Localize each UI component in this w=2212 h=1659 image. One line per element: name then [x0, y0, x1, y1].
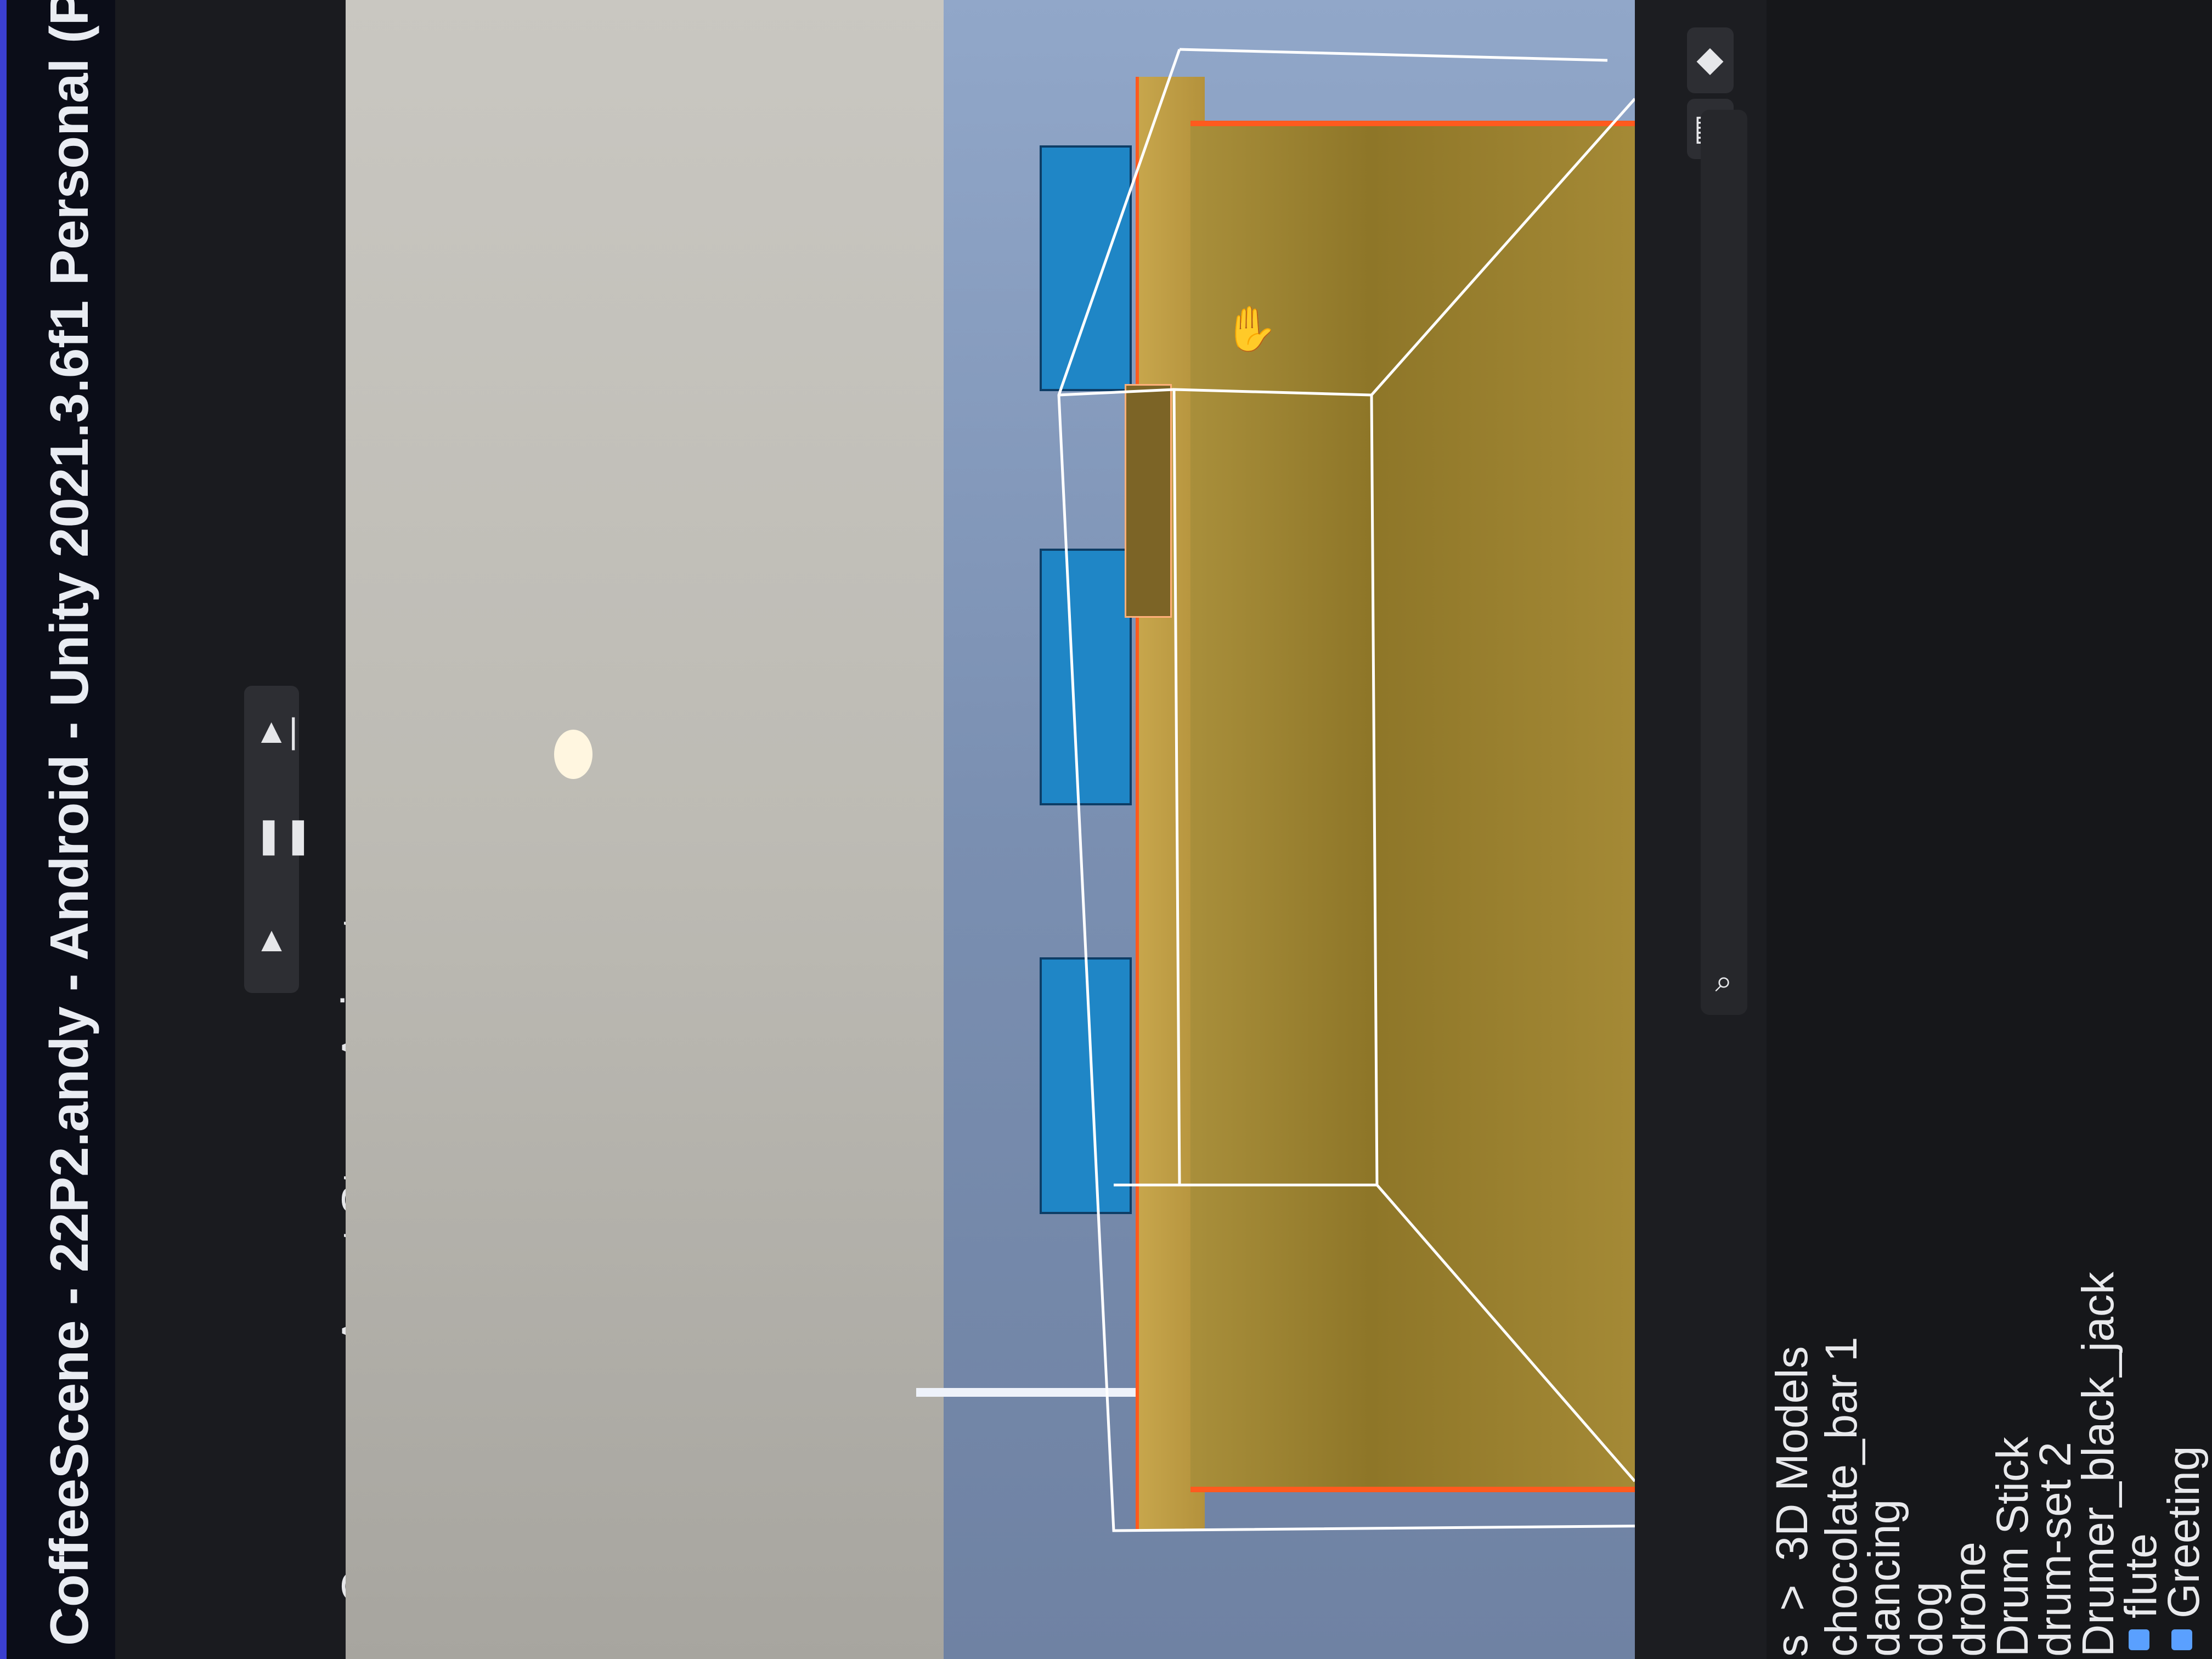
pause-icon[interactable]: ❚❚	[254, 817, 313, 853]
selection-bounds-gizmo	[1057, 48, 1635, 1532]
favorites-button[interactable]: ◆	[1687, 27, 1734, 93]
step-icon[interactable]: ▲|	[254, 713, 298, 748]
tag-icon: ◆	[1696, 39, 1724, 78]
prefab-icon	[2129, 1629, 2149, 1650]
prefab-icon	[2171, 1629, 2192, 1650]
hand-cursor-icon: ✋	[1223, 304, 1278, 353]
breadcrumb: s > 3D Models	[1767, 1346, 1818, 1657]
title-bar: CoffeeScene - 22P2.andy - Android - Unit…	[0, 0, 115, 1659]
editor-toolbar: ▲ ❚❚ ▲| ◎ Game ▣ Asset Store ⅄ Animator …	[115, 0, 451, 1659]
breadcrumb-separator: >	[1767, 1584, 1817, 1611]
list-item[interactable]: Greeting	[2158, 1446, 2210, 1618]
play-icon[interactable]: ▲	[254, 922, 289, 957]
search-icon: ⌕	[1715, 963, 1733, 998]
window-title: CoffeeScene - 22P2.andy - Android - Unit…	[39, 0, 99, 1646]
breadcrumb-current[interactable]: 3D Models	[1767, 1346, 1817, 1561]
playback-controls: ▲ ❚❚ ▲|	[244, 686, 313, 993]
project-panel: s > 3D Models chocolate_bar 1 dancing do…	[1767, 0, 2212, 1659]
unity-editor-screenshot: CoffeeScene - 22P2.andy - Android - Unit…	[0, 0, 2212, 1659]
project-search-input[interactable]: ⌕	[1701, 110, 1747, 1015]
window-edge	[0, 0, 7, 1659]
scene-view[interactable]: ✋	[346, 0, 1635, 1659]
breadcrumb-prefix[interactable]: s	[1767, 1634, 1817, 1657]
